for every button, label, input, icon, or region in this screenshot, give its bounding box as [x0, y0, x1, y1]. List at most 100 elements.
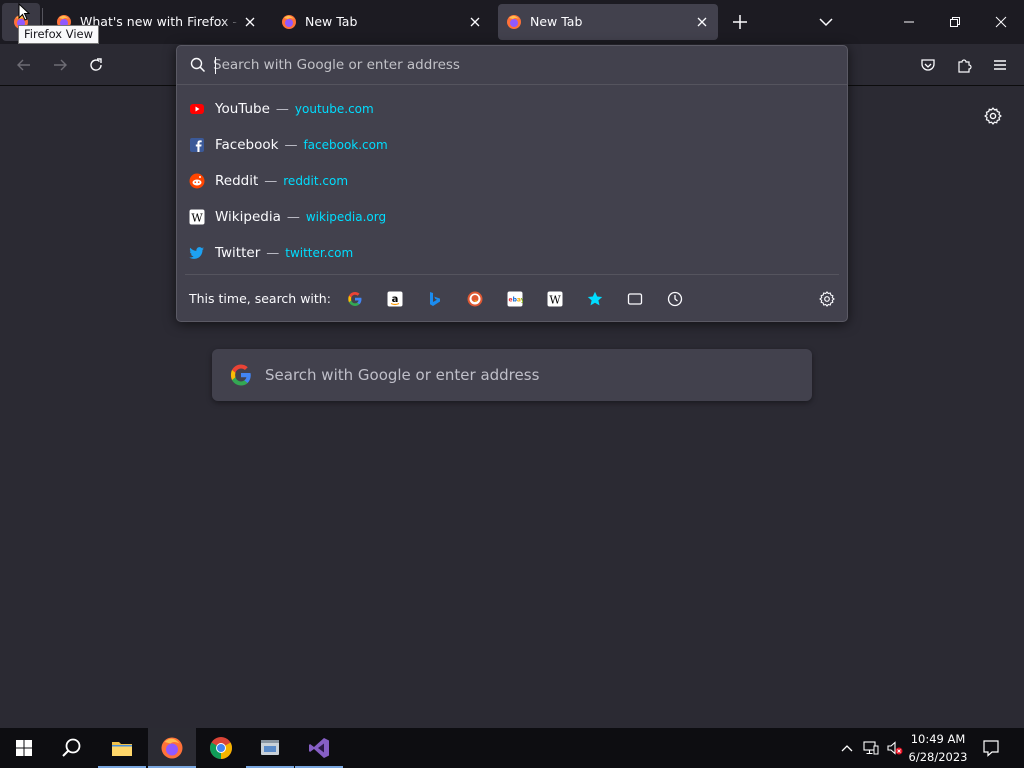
tooltip: Firefox View: [18, 25, 100, 44]
tab-strip: What's new with Firefox - More New Tab N…: [0, 0, 1024, 44]
suggestion-wikipedia[interactable]: W Wikipedia — wikipedia.org: [177, 199, 847, 235]
taskbar-chrome[interactable]: [197, 728, 245, 768]
history-icon[interactable]: [667, 291, 683, 307]
search-icon: [62, 738, 81, 757]
taskbar-visual-studio[interactable]: [295, 728, 343, 768]
search-button[interactable]: [48, 728, 96, 768]
amazon-icon[interactable]: a: [387, 291, 403, 307]
tab-title: New Tab: [530, 14, 583, 29]
gear-icon[interactable]: [819, 291, 835, 307]
page-search-box[interactable]: Search with Google or enter address: [212, 349, 812, 401]
duckduckgo-icon[interactable]: [467, 291, 483, 307]
system-clock[interactable]: 10:49 AM 6/28/2023: [905, 730, 971, 766]
wikipedia-icon[interactable]: W: [547, 291, 563, 307]
volume-muted-icon[interactable]: [887, 740, 903, 756]
notifications-icon[interactable]: [982, 739, 1000, 757]
back-button[interactable]: [11, 52, 37, 78]
pocket-icon: [921, 59, 935, 71]
gear-icon[interactable]: [984, 107, 1002, 125]
suggestion-url: facebook.com: [303, 138, 388, 152]
suggestion-title: YouTube: [215, 101, 270, 117]
ebay-icon[interactable]: ebay: [507, 291, 523, 307]
suggestion-title: Reddit: [215, 173, 259, 189]
reload-button[interactable]: [83, 52, 109, 78]
tab-title: What's new with Firefox - More: [80, 14, 242, 29]
text-caret: [215, 57, 216, 74]
puzzle-icon: [958, 59, 972, 73]
urlbar-input[interactable]: [213, 53, 813, 77]
app-window-icon: [261, 740, 279, 755]
restore-icon: [950, 17, 960, 27]
taskbar-firefox[interactable]: [148, 728, 196, 768]
mouse-cursor-icon: [18, 3, 30, 21]
wikipedia-icon: W: [189, 209, 205, 225]
suggestion-url: wikipedia.org: [305, 210, 387, 224]
arrow-left-icon: [17, 59, 30, 71]
chevron-down-icon[interactable]: [814, 10, 838, 34]
restore-button[interactable]: [932, 0, 978, 44]
suggestion-title: Twitter: [215, 245, 261, 261]
plus-icon[interactable]: [728, 10, 752, 34]
suggestion-youtube[interactable]: YouTube — youtube.com: [177, 91, 847, 127]
arrow-right-icon: [54, 59, 67, 71]
windows-icon: [16, 740, 32, 756]
youtube-icon: [190, 104, 204, 114]
separator-dash: —: [264, 174, 278, 189]
pocket-button[interactable]: [915, 52, 941, 78]
tab-new-tab-active[interactable]: New Tab: [498, 4, 718, 40]
taskbar-app[interactable]: [246, 728, 294, 768]
clock-date: 6/28/2023: [908, 750, 968, 764]
suggestion-title: Wikipedia: [215, 209, 281, 225]
extensions-button[interactable]: [951, 52, 977, 78]
tab-title: New Tab: [305, 14, 358, 29]
bookmarks-icon[interactable]: [587, 291, 603, 307]
close-icon: [995, 16, 1007, 28]
taskbar: 10:49 AM 6/28/2023: [0, 728, 1024, 768]
suggestion-facebook[interactable]: Facebook — facebook.com: [177, 127, 847, 163]
separator-dash: —: [266, 246, 280, 261]
close-icon[interactable]: [242, 14, 258, 30]
network-icon[interactable]: [863, 740, 879, 756]
suggestion-url: twitter.com: [285, 246, 354, 260]
svg-text:ebay: ebay: [509, 297, 524, 304]
close-icon[interactable]: [694, 14, 710, 30]
minimize-button[interactable]: [886, 0, 932, 44]
svg-text:W: W: [191, 212, 203, 225]
forward-button[interactable]: [47, 52, 73, 78]
close-window-button[interactable]: [978, 0, 1024, 44]
suggestion-reddit[interactable]: Reddit — reddit.com: [177, 163, 847, 199]
suggestion-twitter[interactable]: Twitter — twitter.com: [177, 235, 847, 271]
taskbar-file-explorer[interactable]: [98, 728, 146, 768]
reddit-icon: [189, 173, 205, 189]
tab-title-fade: [222, 4, 240, 40]
bing-icon[interactable]: [427, 291, 443, 307]
reload-icon: [90, 58, 102, 71]
svg-text:a: a: [392, 294, 399, 305]
folder-icon: [112, 742, 132, 756]
tabs-icon[interactable]: [627, 291, 643, 307]
google-icon[interactable]: [347, 291, 363, 307]
firefox-icon: [161, 737, 183, 759]
firefox-icon: [282, 15, 296, 29]
urlbar: [177, 46, 847, 85]
chrome-icon: [210, 737, 232, 759]
suggestion-title: Facebook: [215, 137, 279, 153]
twitter-icon: [189, 247, 204, 259]
svg-text:W: W: [549, 294, 561, 307]
start-button[interactable]: [0, 728, 48, 768]
suggestion-url: reddit.com: [283, 174, 349, 188]
visual-studio-icon: [309, 738, 329, 758]
chevron-up-icon[interactable]: [839, 740, 855, 756]
separator-dash: —: [286, 210, 300, 225]
tab-new-tab-1[interactable]: New Tab: [273, 4, 491, 40]
page-search-placeholder: Search with Google or enter address: [265, 366, 540, 384]
menu-button[interactable]: [987, 52, 1013, 78]
minimize-icon: [904, 21, 914, 23]
one-off-label: This time, search with:: [189, 291, 331, 306]
search-icon: [190, 57, 206, 73]
one-off-search-row: This time, search with: a ebay W: [185, 274, 839, 322]
urlbar-dropdown: YouTube — youtube.com Facebook — facebook.co…: [176, 45, 848, 322]
google-icon: [230, 364, 251, 386]
firefox-icon: [507, 15, 521, 29]
close-icon[interactable]: [467, 14, 483, 30]
